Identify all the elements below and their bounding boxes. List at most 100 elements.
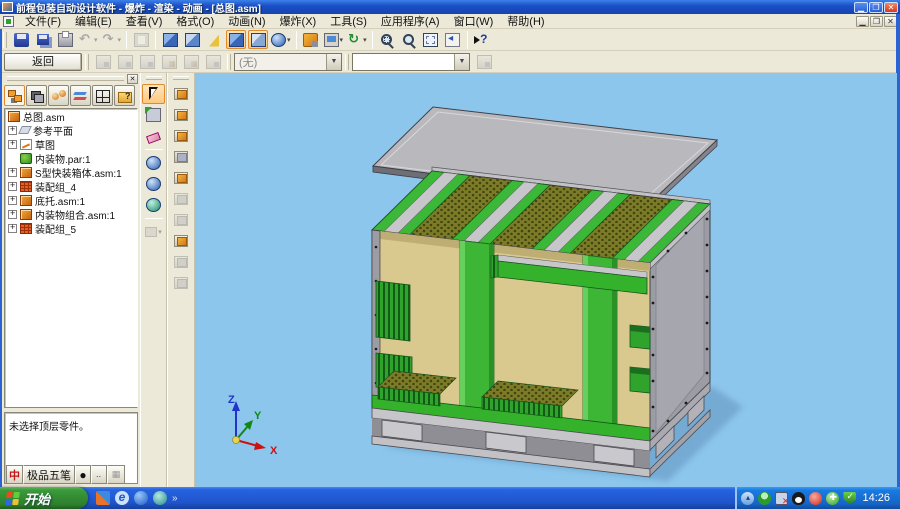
crate-model-canvas[interactable]: Z X Y bbox=[195, 73, 897, 487]
toolbar-grip[interactable] bbox=[173, 76, 189, 80]
start-button[interactable]: 开始 bbox=[0, 487, 88, 509]
tray-net-icon[interactable] bbox=[775, 492, 788, 505]
tree-item-group-4[interactable]: 装配组_4 bbox=[5, 179, 137, 193]
document-icon[interactable] bbox=[3, 16, 14, 27]
expand-icon[interactable] bbox=[8, 168, 17, 177]
explode-preset-combobox[interactable]: (无) ▼ bbox=[234, 53, 342, 71]
vb-c-button[interactable] bbox=[170, 84, 193, 104]
tree-item-s-type-box[interactable]: S型快装箱体.asm:1 bbox=[5, 165, 137, 179]
chevron-down-icon[interactable]: ▾ bbox=[287, 36, 291, 44]
menu-item-format[interactable]: 格式(O) bbox=[169, 12, 221, 30]
tree-item-sketches[interactable]: 草图 bbox=[5, 137, 137, 151]
vb-g-button[interactable] bbox=[170, 147, 193, 167]
tab-layers[interactable] bbox=[26, 85, 47, 106]
tab-library[interactable] bbox=[114, 85, 135, 106]
cube-on-a-button[interactable] bbox=[226, 30, 246, 49]
front-interior[interactable] bbox=[372, 230, 650, 442]
menu-item-window[interactable]: 窗口(W) bbox=[447, 12, 501, 30]
menu-item-explode[interactable]: 爆炸(X) bbox=[273, 12, 324, 30]
3d-viewport[interactable]: Z X Y bbox=[195, 73, 897, 487]
tree-item-root[interactable]: 总图.asm bbox=[5, 109, 137, 123]
configuration-name-combobox[interactable]: ▼ bbox=[352, 53, 470, 71]
wedge-button[interactable] bbox=[204, 30, 224, 49]
help-button[interactable] bbox=[472, 30, 492, 49]
tool-button[interactable] bbox=[301, 30, 321, 49]
ime-mode-icon[interactable]: ● bbox=[75, 465, 91, 484]
toolbar-grip[interactable] bbox=[146, 76, 162, 80]
sphere-a-button[interactable] bbox=[142, 153, 165, 173]
expand-icon[interactable] bbox=[8, 140, 17, 149]
menu-item-help[interactable]: 帮助(H) bbox=[500, 12, 551, 30]
save-button[interactable] bbox=[11, 30, 31, 49]
msn-icon[interactable] bbox=[134, 491, 148, 505]
tab-family[interactable] bbox=[48, 85, 69, 106]
ime-punctuation-icon[interactable]: ‥ bbox=[91, 465, 107, 484]
save-all-button[interactable] bbox=[33, 30, 53, 49]
vb-c-button[interactable] bbox=[170, 105, 193, 125]
tray-user-icon[interactable] bbox=[758, 492, 771, 505]
tab-sensors[interactable] bbox=[92, 85, 113, 106]
menu-item-edit[interactable]: 编辑(E) bbox=[68, 12, 119, 30]
media-icon[interactable] bbox=[96, 491, 110, 505]
expand-icon[interactable] bbox=[8, 126, 17, 135]
ime-keyboard-icon[interactable]: ▦ bbox=[107, 465, 125, 484]
mdi-minimize-button[interactable]: ▁ bbox=[856, 16, 869, 27]
cube-a-button[interactable] bbox=[160, 30, 180, 49]
panel-close-icon[interactable]: ✕ bbox=[127, 74, 138, 84]
tray-qq-icon[interactable] bbox=[792, 492, 805, 505]
sphere-b-button[interactable] bbox=[142, 174, 165, 194]
menu-item-view[interactable]: 查看(V) bbox=[119, 12, 170, 30]
vb-c-button[interactable] bbox=[170, 168, 193, 188]
cushion-block[interactable] bbox=[376, 281, 410, 341]
mdi-restore-button[interactable]: ❐ bbox=[870, 16, 883, 27]
tree-item-inner-part[interactable]: 内装物.par:1 bbox=[5, 151, 137, 165]
tree-item-inner-combo[interactable]: 内装物组合.asm:1 bbox=[5, 207, 137, 221]
cube-on-b-button[interactable] bbox=[248, 30, 268, 49]
tray-upd-icon[interactable] bbox=[826, 492, 839, 505]
restore-button[interactable]: ❐ bbox=[869, 2, 883, 13]
sphere-c-button[interactable] bbox=[142, 195, 165, 215]
quick-launch-more-icon[interactable]: » bbox=[172, 493, 178, 504]
print-button[interactable] bbox=[55, 30, 75, 49]
vb-c-button[interactable] bbox=[170, 231, 193, 251]
tree-item-group-5[interactable]: 装配组_5 bbox=[5, 221, 137, 235]
close-button[interactable]: ✕ bbox=[884, 2, 898, 13]
zoom-area-button[interactable] bbox=[377, 30, 397, 49]
menu-item-file[interactable]: 文件(F) bbox=[18, 12, 68, 30]
tab-assembly-tree[interactable] bbox=[4, 85, 25, 106]
select-button[interactable] bbox=[142, 84, 165, 104]
menu-item-applications[interactable]: 应用程序(A) bbox=[374, 12, 447, 30]
tray-collapse-icon[interactable]: ▴ bbox=[741, 492, 754, 505]
ime-name[interactable]: 极品五笔 bbox=[23, 465, 75, 484]
monitor-button[interactable]: ▾ bbox=[323, 30, 345, 49]
return-button[interactable]: 返回 bbox=[4, 53, 82, 71]
tray-sec-icon[interactable] bbox=[809, 492, 822, 505]
erase-button[interactable] bbox=[142, 126, 165, 146]
chevron-down-icon[interactable]: ▼ bbox=[326, 54, 341, 70]
tree-item-base-tray[interactable]: 底托.asm:1 bbox=[5, 193, 137, 207]
expand-icon[interactable] bbox=[8, 182, 17, 191]
vb-c-button[interactable] bbox=[170, 126, 193, 146]
toolbar-grip[interactable] bbox=[345, 54, 349, 70]
globe-icon[interactable] bbox=[153, 491, 167, 505]
toolbar-grip[interactable] bbox=[3, 32, 7, 48]
select-opt-button[interactable] bbox=[142, 105, 165, 125]
ie-icon[interactable]: e bbox=[115, 491, 129, 505]
toolbar-grip[interactable] bbox=[227, 54, 231, 70]
menu-item-tools[interactable]: 工具(S) bbox=[323, 12, 374, 30]
fit-button[interactable] bbox=[421, 30, 441, 49]
cube-b-button[interactable] bbox=[182, 30, 202, 49]
expand-icon[interactable] bbox=[8, 210, 17, 219]
panel-grip[interactable] bbox=[7, 76, 124, 81]
tree-item-ref-planes[interactable]: 参考平面 bbox=[5, 123, 137, 137]
chevron-down-icon[interactable]: ▾ bbox=[340, 36, 344, 44]
taskbar-clock[interactable]: 14:26 bbox=[860, 492, 894, 504]
expand-icon[interactable] bbox=[8, 224, 17, 233]
prev-view-button[interactable] bbox=[443, 30, 463, 49]
chevron-down-icon[interactable]: ▼ bbox=[454, 54, 469, 70]
ime-language-indicator[interactable]: 中 bbox=[6, 465, 23, 484]
expand-icon[interactable] bbox=[8, 196, 17, 205]
panel-header[interactable]: ✕ bbox=[2, 73, 140, 84]
tab-sheets[interactable] bbox=[70, 85, 91, 106]
minimize-button[interactable]: ▁ bbox=[854, 2, 868, 13]
